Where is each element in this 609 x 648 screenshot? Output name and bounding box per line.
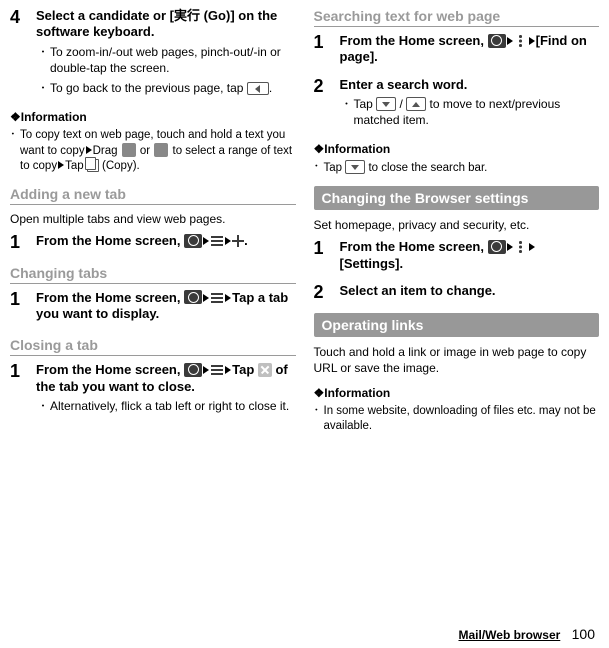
page-number: 100: [572, 626, 595, 642]
triangle-icon: [507, 37, 513, 45]
step-number: 1: [10, 233, 36, 253]
triangle-icon: [507, 243, 513, 251]
select-item-to-change: Select an item to change.: [340, 283, 600, 299]
step-number: 1: [10, 362, 36, 418]
search-step2-bullet: ･ Tap / to move to next/previous matched…: [344, 96, 600, 128]
step-number: 1: [314, 33, 340, 69]
section-adding-tab: Adding a new tab: [10, 186, 296, 205]
menu-icon: [210, 364, 224, 376]
settings-step1: 1 From the Home screen, [Settings].: [314, 239, 600, 275]
step-number: 1: [314, 239, 340, 275]
step4-bullet1: ･ To zoom-in/-out web pages, pinch-out/-…: [40, 44, 296, 76]
adding-tab-desc: Open multiple tabs and view web pages.: [10, 211, 296, 227]
triangle-icon: [58, 161, 64, 169]
section-changing-tabs: Changing tabs: [10, 265, 296, 284]
plus-icon: [232, 235, 244, 247]
triangle-icon: [529, 37, 535, 45]
bullet-dot: ･: [344, 96, 354, 128]
menu-icon: [210, 292, 224, 304]
close-tab-icon: [258, 363, 272, 377]
kebab-menu-icon: [514, 34, 528, 48]
step-title: Select a candidate or [実行 (Go)] on the s…: [36, 8, 296, 41]
cltab-bullet1: ･ Alternatively, flick a tab left or rig…: [40, 398, 296, 414]
chtab-step1: 1 From the Home screen, Tap a tab you wa…: [10, 290, 296, 326]
triangle-icon: [86, 146, 92, 154]
links-desc: Touch and hold a link or image in web pa…: [314, 344, 600, 376]
triangle-icon: [225, 366, 231, 374]
search-step2: 2 Enter a search word. ･ Tap / to move t…: [314, 77, 600, 133]
browser-icon: [488, 34, 506, 48]
browser-icon: [184, 363, 202, 377]
triangle-icon: [203, 237, 209, 245]
bullet-dot: ･: [40, 398, 50, 414]
left-column: 4 Select a candidate or [実行 (Go)] on the…: [10, 8, 296, 438]
right-column: Searching text for web page 1 From the H…: [314, 8, 600, 438]
search-step1: 1 From the Home screen, [Find on page].: [314, 33, 600, 69]
bullet-dot: ･: [10, 128, 20, 174]
copy-icon: [87, 159, 99, 172]
bullet-dot: ･: [40, 44, 50, 76]
browser-icon: [184, 234, 202, 248]
step-number: 2: [314, 77, 340, 133]
triangle-icon: [225, 294, 231, 302]
section-searching-text: Searching text for web page: [314, 8, 600, 27]
triangle-icon: [203, 294, 209, 302]
enter-search-word: Enter a search word.: [340, 77, 600, 93]
step-4: 4 Select a candidate or [実行 (Go)] on the…: [10, 8, 296, 100]
section-closing-tab: Closing a tab: [10, 337, 296, 356]
banner-browser-settings: Changing the Browser settings: [314, 186, 600, 210]
step-number: 1: [10, 290, 36, 326]
bullet-dot: ･: [314, 404, 324, 434]
arrow-up-icon: [406, 97, 426, 111]
settings-desc: Set homepage, privacy and security, etc.: [314, 217, 600, 233]
information-heading: ❖Information: [314, 386, 600, 400]
kebab-menu-icon: [514, 240, 528, 254]
banner-operating-links: Operating links: [314, 313, 600, 337]
bullet-dot: ･: [314, 160, 324, 176]
triangle-icon: [225, 237, 231, 245]
information-heading: ❖Information: [10, 110, 296, 124]
bullet-dot: ･: [40, 80, 50, 96]
arrow-down-icon: [376, 97, 396, 111]
settings-step2: 2 Select an item to change.: [314, 283, 600, 303]
triangle-icon: [529, 243, 535, 251]
step-number: 2: [314, 283, 340, 303]
triangle-icon: [203, 366, 209, 374]
close-search-icon: [345, 160, 365, 174]
step-number: 4: [10, 8, 36, 100]
footer-section: Mail/Web browser: [458, 628, 560, 642]
back-button-icon: [247, 82, 269, 95]
links-info-row: ･ In some website, downloading of files …: [314, 404, 600, 434]
cltab-step1: 1 From the Home screen, Tap of the tab y…: [10, 362, 296, 418]
information-heading: ❖Information: [314, 142, 600, 156]
selection-handle-icon: [154, 143, 168, 157]
browser-icon: [184, 290, 202, 304]
addtab-step1: 1 From the Home screen, .: [10, 233, 296, 253]
info-copy-text: ･ To copy text on web page, touch and ho…: [10, 128, 296, 174]
selection-handle-icon: [122, 143, 136, 157]
menu-icon: [210, 235, 224, 247]
browser-icon: [488, 240, 506, 254]
footer: Mail/Web browser 100: [458, 626, 595, 642]
step4-bullet2: ･ To go back to the previous page, tap .: [40, 80, 296, 96]
search-info-row: ･ Tap to close the search bar.: [314, 160, 600, 176]
